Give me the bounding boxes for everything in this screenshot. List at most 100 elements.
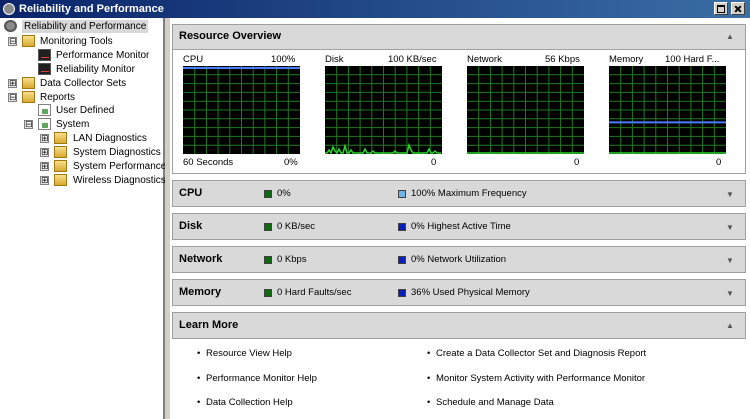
network-graph-max: 56 Kbps — [545, 54, 580, 65]
disk-graph-max: 100 KB/sec — [388, 54, 437, 65]
network-traffic-value: 0 Kbps — [277, 254, 307, 265]
network-traffic-indicator — [264, 256, 272, 264]
memory-section-title: Memory — [179, 286, 222, 298]
disk-active-time-value: 0% Highest Active Time — [411, 221, 511, 232]
cpu-frequency-indicator — [398, 190, 406, 198]
navigation-tree: Reliability and Performance ⊟ Monitoring… — [0, 18, 167, 419]
cpu-graph — [183, 66, 300, 154]
collapse-icon[interactable]: ⊟ — [8, 93, 17, 102]
expand-icon[interactable]: ⊞ — [40, 148, 49, 157]
tree-item-lan-diagnostics[interactable]: ⊞ LAN Diagnostics — [40, 132, 163, 145]
resource-overview-body: CPU 100% 60 Seconds 0% Disk 100 KB/sec 0… — [172, 50, 746, 174]
tree-item-label: System Diagnostics — [73, 147, 161, 158]
cpu-frequency-value: 100% Maximum Frequency — [411, 188, 527, 199]
memory-used-indicator — [398, 289, 406, 297]
network-graph — [467, 66, 584, 154]
tree-item-system[interactable]: ⊟ System — [24, 118, 163, 131]
disk-section-title: Disk — [179, 220, 203, 232]
network-section-header[interactable]: Network 0 Kbps 0% Network Utilization ▼ — [172, 246, 746, 273]
tree-item-wireless-diagnostics[interactable]: ⊞ Wireless Diagnostics — [40, 174, 166, 187]
memory-graph-name: Memory — [609, 54, 644, 65]
memory-section-header[interactable]: Memory 0 Hard Faults/sec 36% Used Physic… — [172, 279, 746, 306]
tree-item-label: System Performance — [73, 161, 167, 172]
link-resource-view-help[interactable]: Resource View Help — [197, 348, 292, 359]
tree-item-label: User Defined — [56, 105, 115, 116]
collapse-icon[interactable]: ⊟ — [8, 37, 17, 46]
memory-used-value: 36% Used Physical Memory — [411, 287, 530, 298]
tree-item-label: Performance Monitor — [56, 50, 150, 61]
tree-item-label: Monitoring Tools — [40, 36, 113, 47]
resource-overview-header[interactable]: Resource Overview ▲ — [172, 24, 746, 50]
disk-io-indicator — [264, 223, 272, 231]
memory-graph — [609, 66, 726, 154]
disk-graph-name: Disk — [325, 54, 344, 65]
link-performance-monitor-help[interactable]: Performance Monitor Help — [197, 373, 317, 384]
expand-chevron-icon[interactable]: ▼ — [725, 290, 735, 298]
title-bar: Reliability and Performance — [0, 0, 750, 18]
disk-graph-current: 0 — [431, 157, 437, 168]
learn-more-title: Learn More — [179, 319, 239, 331]
tree-item-reliability-and-performance[interactable]: Reliability and Performance — [4, 20, 164, 33]
disk-section-header[interactable]: Disk 0 KB/sec 0% Highest Active Time ▼ — [172, 213, 746, 240]
cpu-graph-name: CPU — [183, 54, 204, 65]
memory-graph-max: 100 Hard F... — [665, 54, 720, 65]
network-graph-current: 0 — [574, 157, 580, 168]
expand-chevron-icon[interactable]: ▼ — [725, 224, 735, 232]
link-create-data-collector-set[interactable]: Create a Data Collector Set and Diagnosi… — [427, 348, 646, 359]
tree-item-monitoring-tools[interactable]: ⊟ Monitoring Tools — [8, 35, 163, 48]
monitor-icon — [38, 63, 51, 75]
link-data-collection-help[interactable]: Data Collection Help — [197, 397, 293, 408]
expand-icon[interactable]: ⊞ — [40, 162, 49, 171]
collapse-chevron-icon[interactable]: ▲ — [725, 33, 735, 41]
cpu-usage-value: 0% — [277, 188, 291, 199]
tree-item-system-performance[interactable]: ⊞ System Performance — [40, 160, 167, 173]
tree-item-label: Reports — [40, 92, 76, 103]
disk-graph — [325, 66, 442, 154]
folder-icon — [22, 35, 35, 47]
link-monitor-system-activity[interactable]: Monitor System Activity with Performance… — [427, 373, 645, 384]
expand-chevron-icon[interactable]: ▼ — [725, 191, 735, 199]
expand-icon[interactable]: ⊞ — [8, 79, 17, 88]
disk-active-time-indicator — [398, 223, 406, 231]
cpu-graph-max: 100% — [271, 54, 296, 65]
folder-icon — [54, 160, 67, 172]
folder-icon — [54, 146, 67, 158]
tree-item-performance-monitor[interactable]: Performance Monitor — [38, 49, 163, 62]
tree-item-label: Reliability Monitor — [56, 64, 135, 75]
report-icon — [38, 104, 51, 116]
memory-faults-indicator — [264, 289, 272, 297]
tree-item-label: System — [56, 119, 90, 130]
cpu-section-header[interactable]: CPU 0% 100% Maximum Frequency ▼ — [172, 180, 746, 207]
cpu-graph-timespan: 60 Seconds — [183, 157, 234, 168]
collapse-chevron-icon[interactable]: ▲ — [725, 322, 735, 330]
tree-item-data-collector-sets[interactable]: ⊞ Data Collector Sets — [8, 77, 163, 90]
maximize-button[interactable] — [714, 2, 728, 15]
tree-item-reports[interactable]: ⊟ Reports — [8, 91, 163, 104]
gear-icon — [4, 20, 17, 32]
folder-icon — [22, 77, 35, 89]
window-title: Reliability and Performance — [19, 3, 164, 15]
memory-faults-value: 0 Hard Faults/sec — [277, 287, 352, 298]
tree-item-system-diagnostics[interactable]: ⊞ System Diagnostics — [40, 146, 163, 159]
tree-item-reliability-monitor[interactable]: Reliability Monitor — [38, 63, 163, 76]
folder-icon — [22, 91, 35, 103]
collapse-icon[interactable]: ⊟ — [24, 120, 33, 129]
resource-overview-title: Resource Overview — [179, 30, 282, 42]
report-icon — [38, 118, 51, 130]
folder-icon — [54, 132, 67, 144]
tree-item-label: Data Collector Sets — [40, 78, 127, 89]
tree-item-user-defined[interactable]: User Defined — [38, 104, 163, 117]
expand-chevron-icon[interactable]: ▼ — [725, 257, 735, 265]
tree-item-label: Wireless Diagnostics — [73, 175, 166, 186]
cpu-usage-indicator — [264, 190, 272, 198]
network-section-title: Network — [179, 253, 223, 265]
memory-graph-current: 0 — [716, 157, 722, 168]
link-schedule-and-manage-data[interactable]: Schedule and Manage Data — [427, 397, 554, 408]
close-button[interactable] — [731, 2, 745, 15]
learn-more-body: Resource View Help Performance Monitor H… — [172, 339, 746, 419]
disk-io-value: 0 KB/sec — [277, 221, 316, 232]
expand-icon[interactable]: ⊞ — [40, 176, 49, 185]
expand-icon[interactable]: ⊞ — [40, 134, 49, 143]
learn-more-header[interactable]: Learn More ▲ — [172, 312, 746, 339]
cpu-section-title: CPU — [179, 187, 203, 199]
